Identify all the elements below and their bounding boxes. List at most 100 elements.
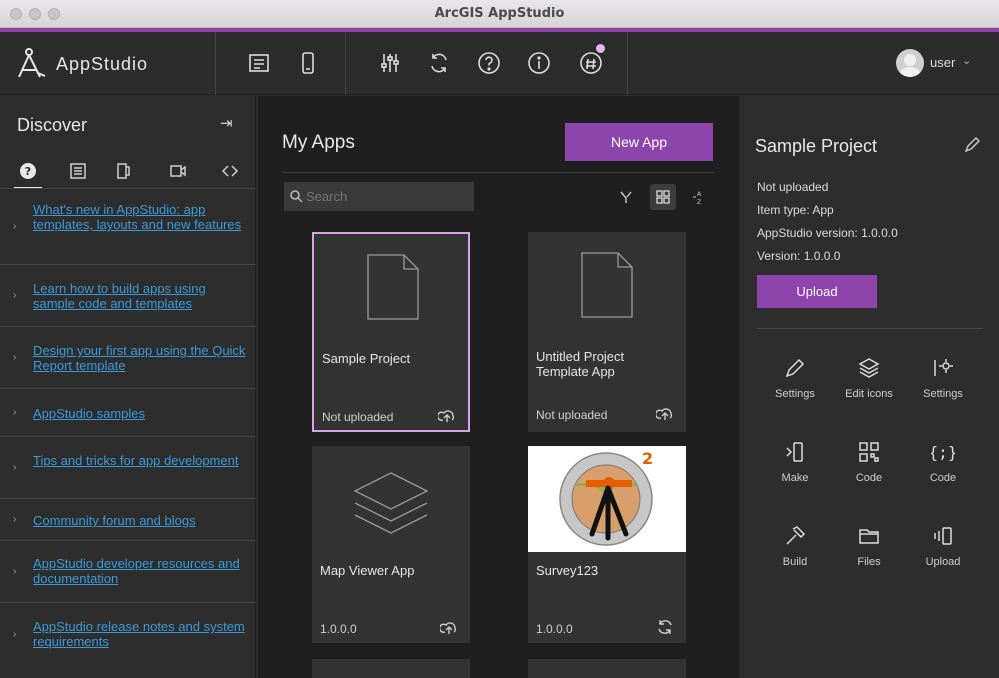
survey-logo: 2 <box>528 446 686 552</box>
title-bar: ArcGIS AppStudio <box>0 0 999 28</box>
layers-icon <box>312 446 470 552</box>
braces-icon: {;} <box>931 443 955 462</box>
app-tile[interactable]: 2 Survey123 1.0.0.0 <box>528 446 686 643</box>
upload-icon[interactable] <box>656 404 674 422</box>
brand-name: AppStudio <box>56 54 149 74</box>
tool-edit-icons[interactable]: Edit icons <box>831 348 907 418</box>
news-item[interactable]: › Tips and tricks for app development <box>0 437 256 499</box>
help-icon[interactable] <box>474 48 504 78</box>
news-item[interactable]: › Design your first app using the Quick … <box>0 327 256 389</box>
sync-icon[interactable] <box>656 618 674 636</box>
apps-gallery: My Apps New App AZ Sample Project Not up… <box>258 96 739 678</box>
news-item[interactable]: › AppStudio developer resources and docu… <box>0 541 256 603</box>
hammer-icon <box>786 526 806 545</box>
svg-text:?: ? <box>25 165 31 178</box>
svg-text:{;}: {;} <box>931 443 955 462</box>
preview-device-icon[interactable] <box>293 48 323 78</box>
upload-icon[interactable] <box>438 406 456 424</box>
app-version: 1.0.0.0 <box>536 622 573 636</box>
chevron-down-icon[interactable]: ⌄ <box>962 54 971 67</box>
news-item[interactable]: › AppStudio samples <box>0 389 256 437</box>
tab-release[interactable] <box>106 156 142 186</box>
app-tile[interactable]: Map Viewer App 1.0.0.0 <box>312 446 470 643</box>
avatar[interactable] <box>896 49 924 77</box>
qr-code-icon <box>859 442 879 462</box>
main-toolbar: AppStudio <box>0 32 999 95</box>
tool-upload[interactable]: Upload <box>905 516 981 586</box>
app-window: ArcGIS AppStudio AppStudio user ⌄ Discov… <box>0 0 999 678</box>
tool-make[interactable]: Make <box>757 432 833 502</box>
appstudio-logo <box>18 48 46 78</box>
filter-icon <box>620 191 632 203</box>
app-details-panel: Sample Project Not uploaded Item type: A… <box>741 96 999 678</box>
news-item[interactable]: › Community forum and blogs <box>0 499 256 541</box>
new-app-button[interactable]: New App <box>565 123 713 161</box>
grid-view-toggle[interactable] <box>650 184 676 210</box>
chevron-right-icon: › <box>13 221 17 232</box>
chevron-right-icon: › <box>13 407 17 418</box>
panel-title: Discover <box>17 115 88 135</box>
help-icon: ? <box>20 163 36 179</box>
panel-tabs: ? <box>0 156 256 189</box>
svg-text:2: 2 <box>642 449 653 468</box>
page-title: My Apps <box>282 132 355 153</box>
info-item-type: Item type: App <box>757 203 834 217</box>
gear-icon <box>934 359 953 376</box>
svg-text:A: A <box>697 191 702 198</box>
settings-sliders-icon[interactable] <box>375 48 405 78</box>
search-input[interactable] <box>284 182 474 211</box>
news-item[interactable]: › What's new in AppStudio: app templates… <box>0 189 256 265</box>
app-name: Untitled Project Template App <box>536 349 625 379</box>
search-icon <box>290 190 303 203</box>
app-tile[interactable]: Sample Project Not uploaded <box>312 232 470 432</box>
app-details-icon[interactable] <box>244 48 274 78</box>
notification-dot <box>596 44 605 53</box>
run-icon <box>786 442 803 462</box>
layers-icon <box>858 358 880 378</box>
news-item[interactable]: › Learn how to build apps using sample c… <box>0 265 256 327</box>
tool-settings[interactable]: Settings <box>757 348 833 418</box>
chevron-right-icon: › <box>13 514 17 525</box>
sort-button[interactable]: AZ <box>686 184 712 210</box>
tab-news[interactable] <box>60 156 96 186</box>
info-version: Version: 1.0.0.0 <box>757 249 841 263</box>
document-icon <box>528 232 686 338</box>
chevron-right-icon: › <box>13 566 17 577</box>
tab-share[interactable] <box>212 156 248 186</box>
view-mode-icon <box>656 190 670 204</box>
info-icon[interactable] <box>524 48 554 78</box>
app-tile[interactable]: Untitled Project Template App Not upload… <box>528 232 686 432</box>
tab-help[interactable]: ? <box>10 156 46 189</box>
user-name[interactable]: user <box>930 55 955 70</box>
tool-qr-code[interactable]: Code <box>831 432 907 502</box>
app-tile[interactable] <box>312 659 470 678</box>
selected-app-title: Sample Project <box>755 136 878 156</box>
app-tile[interactable] <box>528 659 686 678</box>
folder-icon <box>859 529 879 544</box>
edit-icon[interactable] <box>963 136 981 154</box>
app-name: Sample Project <box>322 351 411 366</box>
chevron-right-icon: › <box>13 629 17 640</box>
app-version: 1.0.0.0 <box>320 622 357 636</box>
news-item[interactable]: › AppStudio release notes and system req… <box>0 603 256 678</box>
upload-icon[interactable] <box>440 618 458 636</box>
pencil-icon <box>785 358 805 378</box>
collapse-panel-icon[interactable]: ⇥ <box>220 114 233 132</box>
info-appstudio-version: AppStudio version: 1.0.0.0 <box>757 226 898 240</box>
video-icon <box>170 165 186 177</box>
share-icon <box>221 165 239 177</box>
tab-video[interactable] <box>160 156 196 186</box>
filter-button[interactable] <box>613 184 639 210</box>
tool-code[interactable]: {;} Code <box>905 432 981 502</box>
tool-build[interactable]: Build <box>757 516 833 586</box>
chevron-right-icon: › <box>13 352 17 363</box>
tool-app-settings[interactable]: Settings <box>905 348 981 418</box>
tool-files[interactable]: Files <box>831 516 907 586</box>
app-status: Not uploaded <box>322 410 394 424</box>
sort-az-icon: AZ <box>693 191 702 205</box>
devices-icon <box>934 527 952 545</box>
sync-icon[interactable] <box>424 48 454 78</box>
info-status: Not uploaded <box>757 180 829 194</box>
upload-button[interactable]: Upload <box>757 275 877 308</box>
release-icon <box>117 163 130 179</box>
